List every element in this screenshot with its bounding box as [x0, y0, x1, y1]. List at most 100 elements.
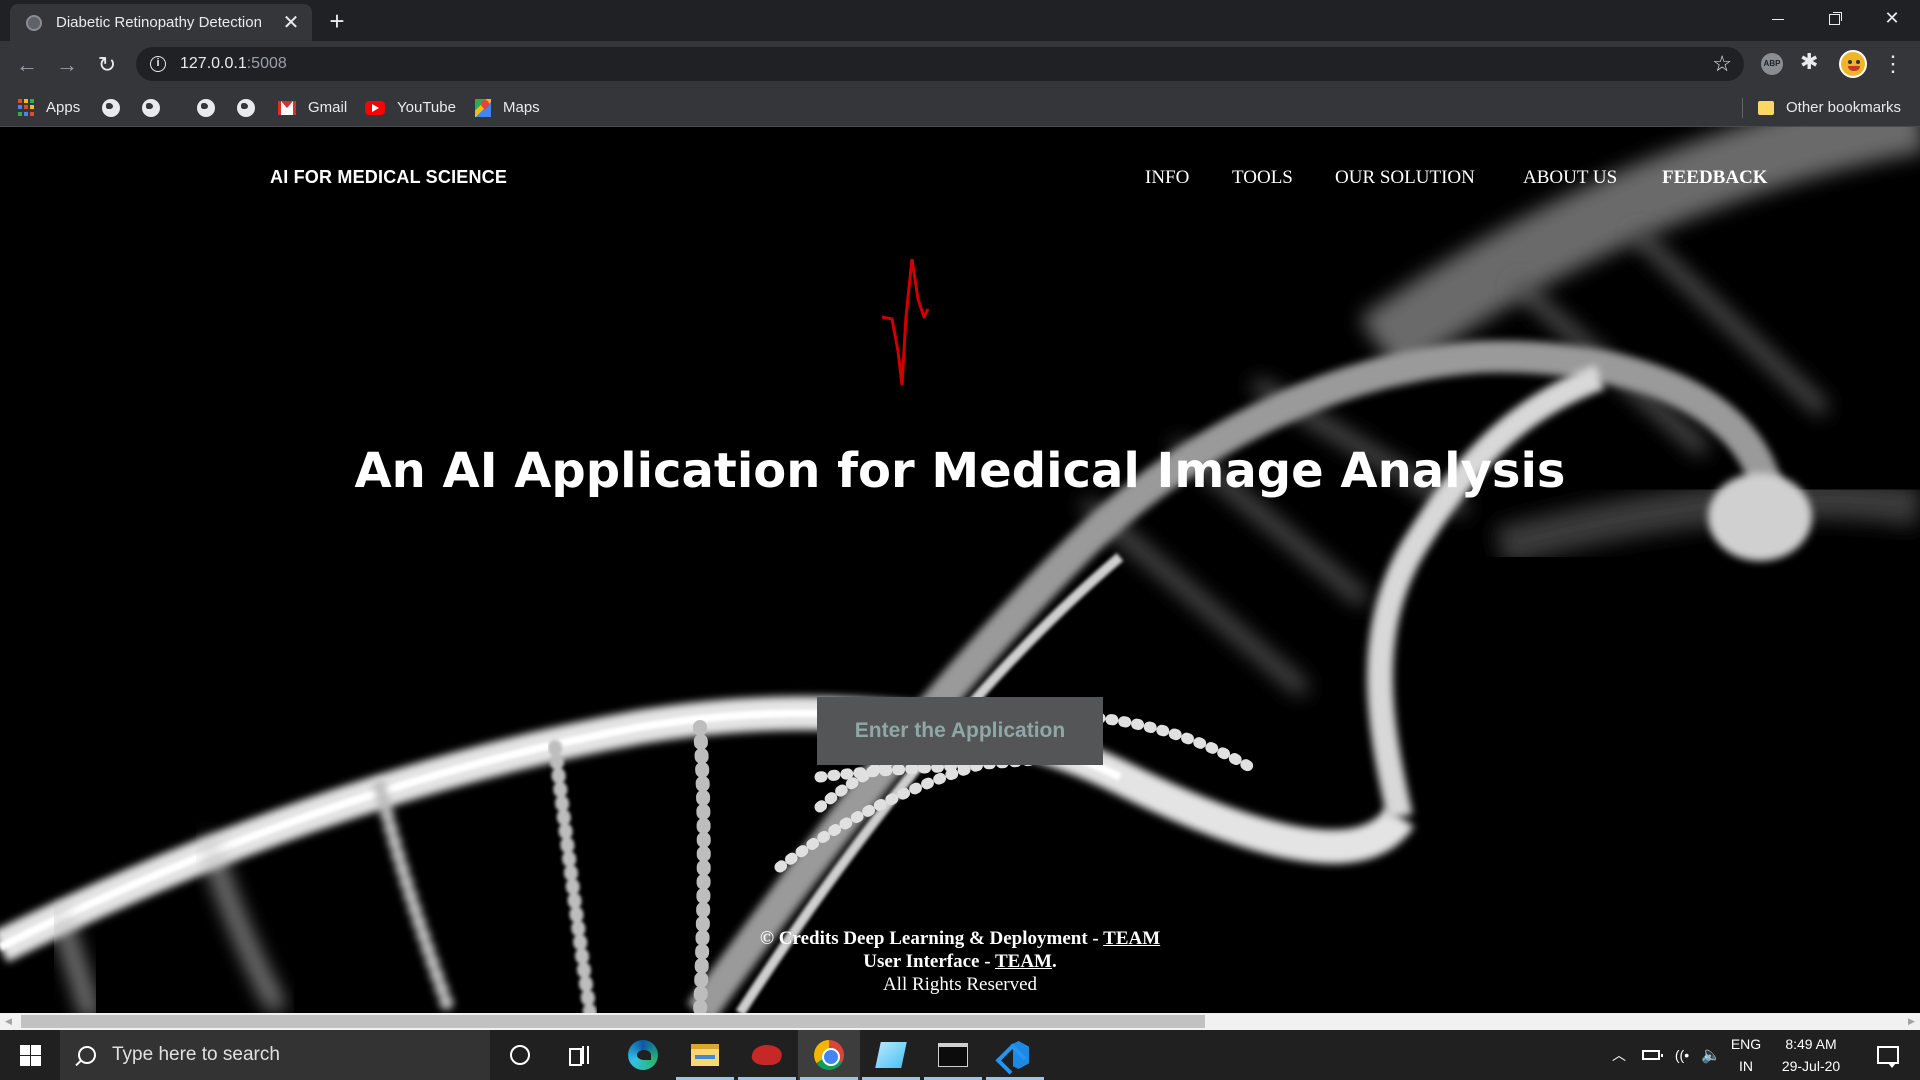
bookmark-other-label: Other bookmarks	[1786, 99, 1902, 116]
adblock-extension-icon[interactable]: ABP	[1761, 53, 1783, 75]
footer-rights-line: All Rights Reserved	[882, 974, 1038, 995]
site-footer: © Credits Deep Learning & Deployment - T…	[0, 927, 1920, 996]
bookmark-apps[interactable]: Apps	[18, 88, 80, 127]
reload-icon[interactable]: ↻	[89, 47, 125, 83]
bookmark-maps[interactable]: Maps	[475, 88, 540, 127]
footer-ui-line: User Interface - TEAM.	[863, 951, 1057, 972]
start-button[interactable]	[0, 1030, 60, 1080]
footer-team-link-2[interactable]: TEAM	[995, 951, 1052, 972]
forward-arrow-icon[interactable]: →	[49, 47, 85, 83]
tab-title: Diabetic Retinopathy Detection	[56, 14, 262, 31]
taskbar-edge[interactable]	[612, 1030, 674, 1080]
footer-team-link-1[interactable]: TEAM	[1103, 928, 1160, 949]
task-view-button[interactable]	[549, 1030, 611, 1080]
bookmark-globe-2[interactable]	[142, 88, 160, 127]
bookmark-other[interactable]: Other bookmarks	[1758, 88, 1901, 127]
system-clock[interactable]: 8:49 AM 29-Jul-20	[1770, 1030, 1852, 1080]
network-icon[interactable]: ((•	[1668, 1030, 1696, 1080]
cortana-icon	[510, 1045, 530, 1065]
restore-icon	[1828, 13, 1840, 25]
taskbar-file-explorer[interactable]	[674, 1030, 736, 1080]
taskbar-vscode[interactable]	[984, 1030, 1046, 1080]
footer-credits-line: © Credits Deep Learning & Deployment - T…	[759, 928, 1161, 949]
nav-link-our-solution[interactable]: OUR SOLUTION	[1335, 167, 1475, 189]
url-text[interactable]: 127.0.0.1:5008	[180, 55, 287, 73]
battery-icon[interactable]	[1637, 1030, 1665, 1080]
taskbar-search-placeholder: Type here to search	[112, 1044, 280, 1065]
address-bar[interactable]: i 127.0.0.1:5008 ☆	[136, 47, 1744, 81]
file-explorer-icon	[691, 1044, 719, 1066]
dna-background-image	[0, 127, 1920, 1013]
browser-menu-icon[interactable]: ⋮	[1882, 48, 1904, 80]
window-minimize-button[interactable]	[1750, 0, 1806, 36]
region-code: IN	[1739, 1058, 1753, 1074]
taskbar-search-box[interactable]: Type here to search	[60, 1030, 490, 1080]
taskbar-notes-app[interactable]	[860, 1030, 922, 1080]
youtube-icon	[365, 100, 385, 115]
scrollbar-thumb[interactable]	[21, 1015, 1205, 1028]
heartbeat-pulse-icon	[881, 259, 930, 385]
maps-icon	[475, 98, 491, 117]
volume-icon[interactable]: 🔈	[1697, 1030, 1725, 1080]
nav-link-tools[interactable]: TOOLS	[1232, 167, 1293, 189]
taskbar-chrome[interactable]	[798, 1030, 860, 1080]
search-icon	[78, 1046, 96, 1064]
window-restore-button[interactable]	[1806, 0, 1862, 36]
bookmark-maps-label: Maps	[503, 99, 540, 116]
new-tab-button[interactable]: +	[322, 6, 352, 36]
windows-taskbar: Type here to search ︿ ((• 🔈 ENG IN 8:49 …	[0, 1030, 1920, 1080]
windows-logo-icon	[20, 1045, 30, 1055]
globe-icon	[237, 98, 255, 117]
bookmark-gmail[interactable]: Gmail	[278, 88, 347, 127]
profile-avatar[interactable]	[1839, 50, 1867, 78]
minimize-icon	[1772, 18, 1784, 20]
apps-grid-icon	[18, 98, 36, 117]
taskbar-red-app[interactable]	[736, 1030, 798, 1080]
notes-app-icon	[875, 1042, 907, 1068]
tab-close-icon[interactable]: ✕	[280, 12, 302, 34]
taskbar-terminal[interactable]	[922, 1030, 984, 1080]
scroll-left-arrow-icon[interactable]: ◀	[0, 1013, 17, 1030]
cortana-button[interactable]	[489, 1030, 551, 1080]
browser-tab[interactable]: Diabetic Retinopathy Detection ✕	[10, 4, 312, 41]
bookmarks-separator	[1742, 98, 1743, 118]
tray-overflow-chevron-icon[interactable]: ︿	[1606, 1030, 1632, 1080]
bookmark-youtube[interactable]: YouTube	[365, 88, 456, 127]
horizontal-scrollbar[interactable]: ◀ ▶	[0, 1013, 1920, 1030]
nav-link-info[interactable]: INFO	[1145, 167, 1189, 189]
nav-link-feedback[interactable]: FEEDBACK	[1662, 167, 1768, 189]
clock-time: 8:49 AM	[1785, 1036, 1837, 1052]
edge-icon	[628, 1040, 658, 1070]
folder-icon	[1758, 100, 1774, 115]
enter-application-button[interactable]: Enter the Application	[817, 697, 1103, 765]
language-indicator[interactable]: ENG IN	[1726, 1030, 1766, 1080]
scroll-right-arrow-icon[interactable]: ▶	[1903, 1013, 1920, 1030]
site-info-icon[interactable]: i	[150, 56, 166, 72]
browser-toolbar: ← → ↻ i 127.0.0.1:5008 ☆ ABP ✱ ⋮	[0, 41, 1920, 88]
task-view-icon	[569, 1046, 591, 1066]
window-close-button[interactable]: ✕	[1864, 0, 1920, 36]
clock-date: 29-Jul-20	[1781, 1058, 1841, 1074]
extensions-puzzle-icon[interactable]: ✱	[1800, 49, 1818, 75]
nav-link-about-us[interactable]: ABOUT US	[1523, 167, 1617, 189]
language-code: ENG	[1730, 1036, 1762, 1052]
vscode-icon	[1001, 1041, 1029, 1069]
bookmark-globe-3[interactable]	[197, 88, 215, 127]
bookmark-globe-1[interactable]	[102, 88, 120, 127]
bookmark-youtube-label: YouTube	[397, 99, 456, 116]
bookmark-star-icon[interactable]: ☆	[1712, 51, 1732, 77]
site-brand-link[interactable]: AI FOR MEDICAL SCIENCE	[270, 167, 507, 188]
red-app-icon	[749, 1045, 785, 1065]
back-arrow-icon[interactable]: ←	[9, 47, 45, 83]
action-center-button[interactable]	[1864, 1030, 1912, 1080]
globe-icon	[142, 98, 160, 117]
web-page: AI FOR MEDICAL SCIENCE INFO TOOLS OUR SO…	[0, 127, 1920, 1013]
terminal-icon	[938, 1043, 968, 1067]
tab-favicon-icon	[26, 14, 42, 31]
browser-tab-strip: Diabetic Retinopathy Detection ✕ + ✕	[0, 0, 1920, 41]
notification-icon	[1877, 1046, 1899, 1068]
bookmark-gmail-label: Gmail	[308, 99, 348, 116]
bookmark-globe-4[interactable]	[237, 88, 255, 127]
bookmark-apps-label: Apps	[46, 99, 81, 116]
globe-icon	[102, 98, 120, 117]
